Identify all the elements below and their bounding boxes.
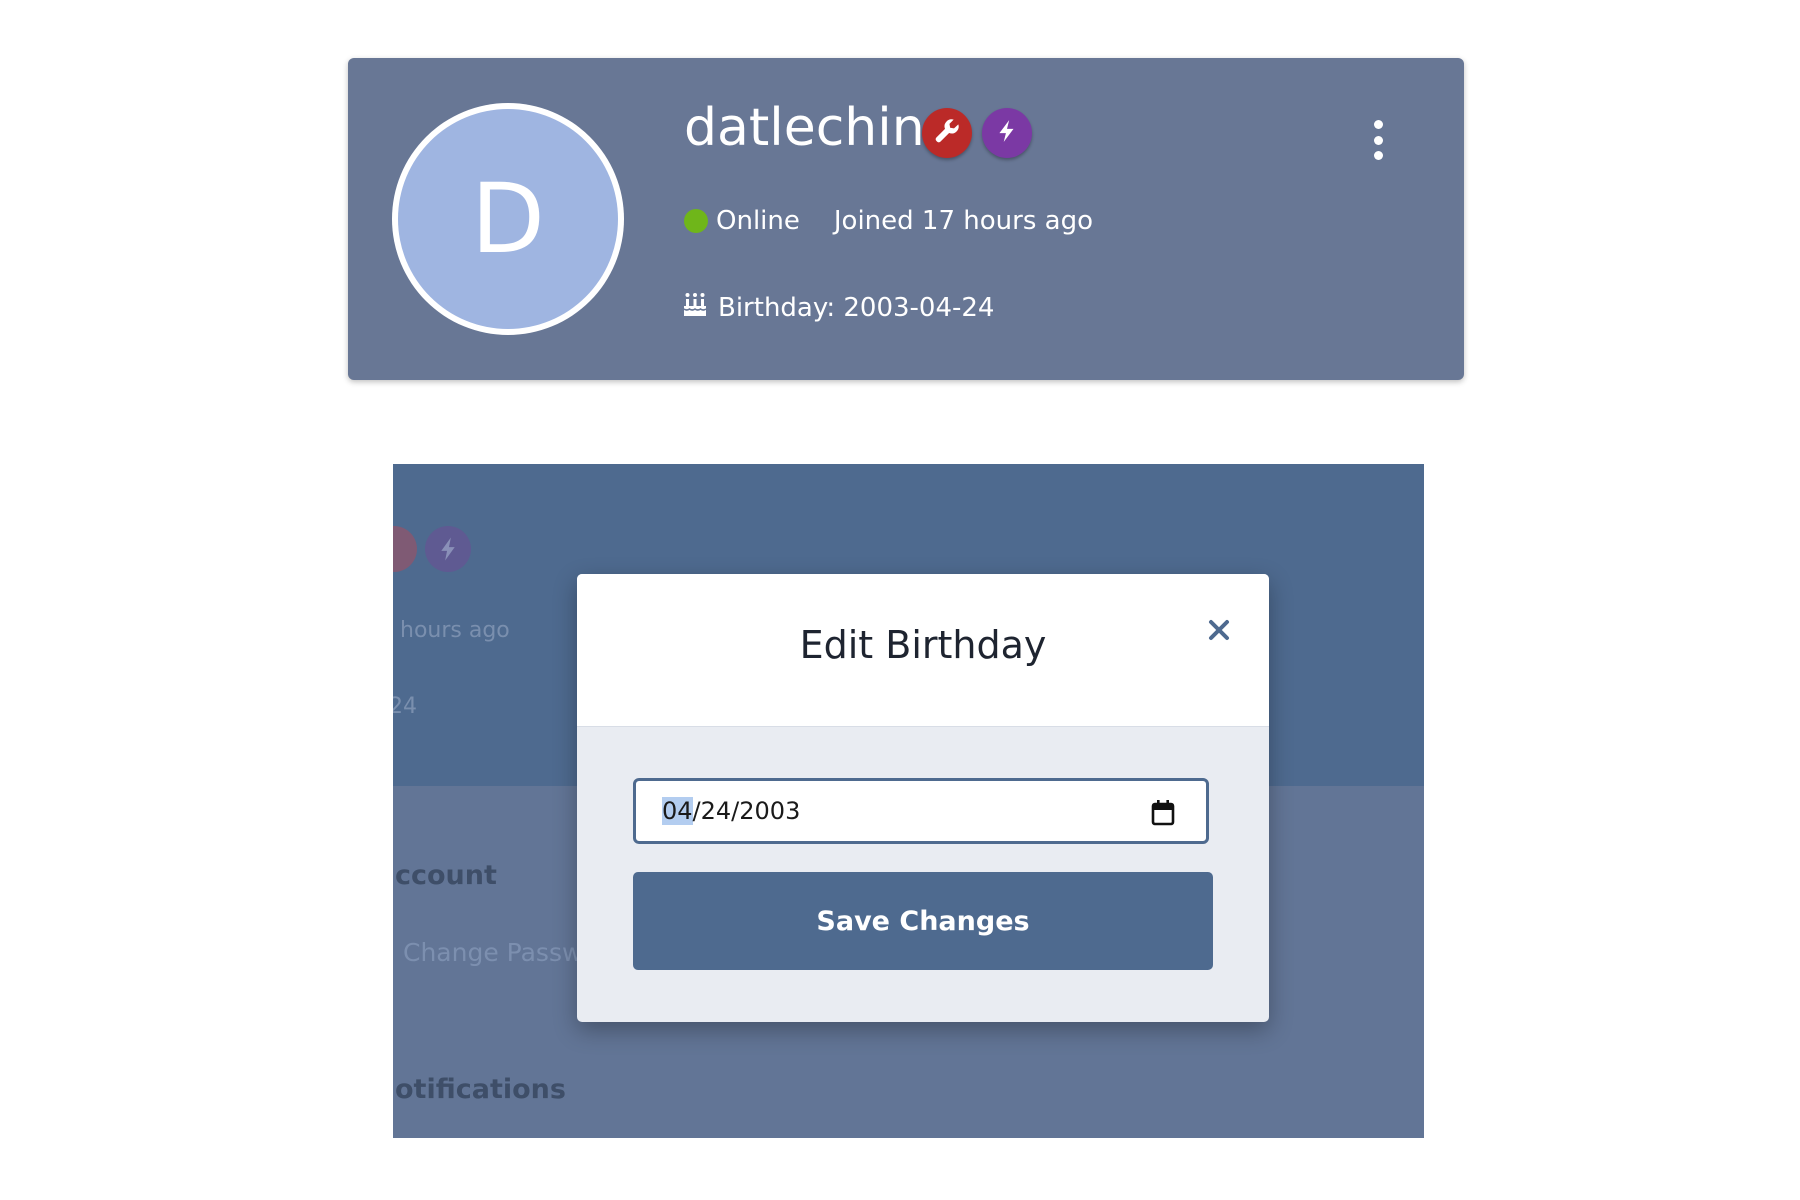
modal-title: Edit Birthday xyxy=(799,623,1047,667)
birthday-date-input[interactable]: 04 /24/2003 xyxy=(633,778,1209,844)
wrench-icon xyxy=(933,117,961,149)
close-button[interactable] xyxy=(1201,614,1237,650)
kebab-dot xyxy=(1373,120,1383,129)
birthday-row[interactable]: Birthday: 2003-04-24 xyxy=(682,290,994,325)
change-password-link[interactable]: Change Passwo xyxy=(403,938,598,967)
status-row: Online Joined 17 hours ago xyxy=(684,206,1093,236)
kebab-dot xyxy=(1373,151,1383,160)
joined-text: Joined 17 hours ago xyxy=(833,206,1093,236)
avatar[interactable]: D xyxy=(398,109,618,329)
ghost-joined-fragment: hours ago xyxy=(400,618,510,643)
online-status-dot xyxy=(684,209,708,233)
avatar-ring: D xyxy=(392,103,624,335)
date-rest-segment[interactable]: /24/2003 xyxy=(693,797,801,825)
close-icon xyxy=(1207,618,1231,646)
section-account-heading: ccount xyxy=(395,860,497,891)
section-notifications-heading: otifications xyxy=(395,1074,566,1105)
cake-icon xyxy=(682,290,718,325)
avatar-initial: D xyxy=(471,163,545,275)
calendar-icon[interactable] xyxy=(1150,799,1176,833)
ghost-birthday-fragment: 24 xyxy=(393,694,417,719)
profile-card: D datlechin Online Joined 17 hours ago B… xyxy=(348,58,1464,380)
edit-birthday-modal: Edit Birthday 04 /24/2003 Save Changes xyxy=(577,574,1269,1022)
bolt-icon xyxy=(994,117,1020,149)
more-options-button[interactable] xyxy=(1366,120,1390,160)
status-text: Online xyxy=(716,206,800,236)
save-changes-button[interactable]: Save Changes xyxy=(633,872,1213,970)
username: datlechin xyxy=(684,98,925,158)
birthday-text: Birthday: 2003-04-24 xyxy=(718,292,995,323)
badge-wrench[interactable] xyxy=(922,108,972,158)
badge-bolt[interactable] xyxy=(982,108,1032,158)
ghost-badge-purple xyxy=(425,526,471,572)
date-month-segment[interactable]: 04 xyxy=(662,797,693,825)
ghost-badge-red xyxy=(393,526,417,572)
modal-header: Edit Birthday xyxy=(577,574,1269,727)
kebab-dot xyxy=(1373,135,1383,145)
